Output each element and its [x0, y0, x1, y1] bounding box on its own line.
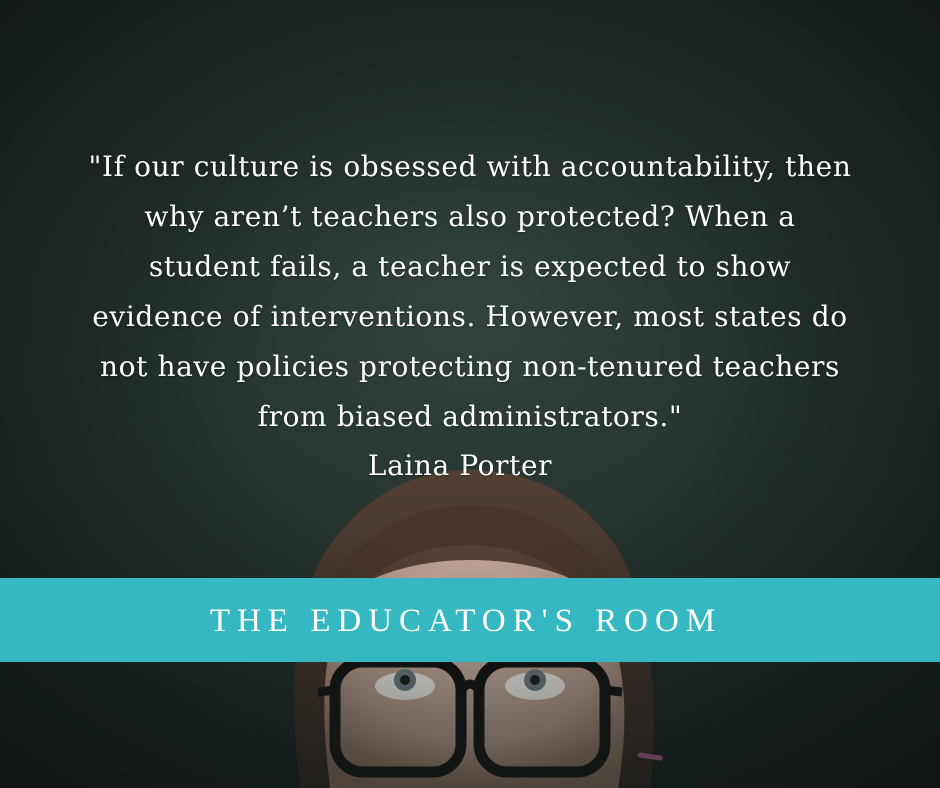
quote-text: "If our culture is obsessed with account… [88, 150, 852, 433]
quote-author: Laina Porter [367, 449, 553, 482]
quote-graphic: "If our culture is obsessed with account… [0, 0, 940, 788]
brand-banner: THE EDUCATOR'S ROOM [0, 578, 940, 662]
brand-name: THE EDUCATOR'S ROOM [209, 602, 723, 639]
